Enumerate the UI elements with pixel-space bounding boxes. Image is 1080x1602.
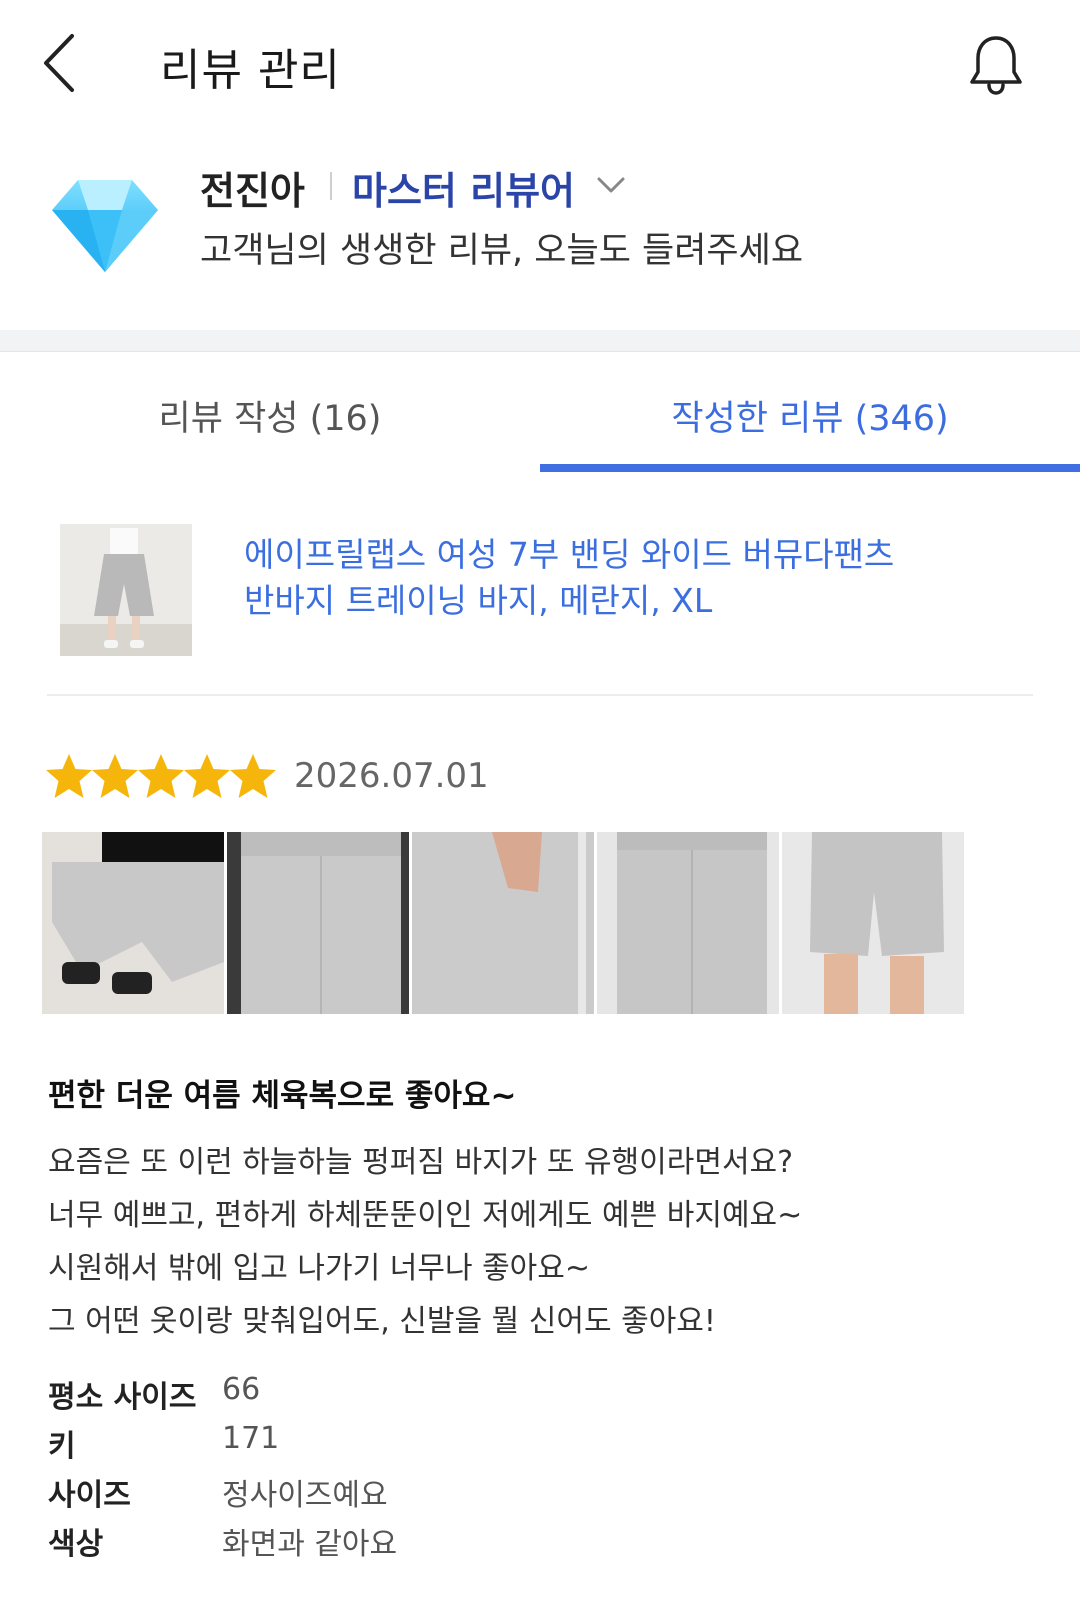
notification-button[interactable] (966, 32, 1026, 96)
star-icon (230, 754, 276, 798)
section-divider (0, 330, 1080, 352)
bell-icon (970, 36, 1022, 95)
review-tabs: 리뷰 작성 (16) 작성한 리뷰 (346) (0, 352, 1080, 478)
reviewer-name: 전진아 (200, 169, 305, 213)
detail-row-size: 사이즈 정사이즈예요 (48, 1470, 748, 1519)
star-icon (46, 754, 92, 798)
divider (47, 694, 1033, 696)
review-details: 평소 사이즈 66 키 171 사이즈 정사이즈예요 색상 화면과 같아요 (48, 1372, 748, 1568)
review-photo[interactable] (227, 832, 409, 1014)
review-date: 2026.07.01 (294, 756, 489, 796)
detail-value: 66 (222, 1372, 261, 1407)
product-thumbnail[interactable] (60, 524, 192, 656)
product-image (60, 524, 192, 656)
tab-write-review[interactable]: 리뷰 작성 (16) (0, 352, 540, 478)
photo-image (42, 832, 224, 1014)
diamond-icon (52, 180, 158, 272)
photo-image (782, 832, 964, 1014)
review-body-line: 그 어떤 옷이랑 맞춰입어도, 신발을 뭘 신어도 좋아요! (48, 1304, 716, 1339)
app-header: 리뷰 관리 (0, 0, 1080, 130)
star-icon (92, 754, 138, 798)
profile-tagline: 고객님의 생생한 리뷰, 오늘도 들려주세요 (200, 231, 804, 271)
detail-row-height: 키 171 (48, 1421, 748, 1470)
review-title: 편한 더운 여름 체육복으로 좋아요~ (48, 1078, 517, 1114)
review-photo[interactable] (42, 832, 224, 1014)
product-name-link[interactable]: 에이프릴랩스 여성 7부 밴딩 와이드 버뮤다팬츠 반바지 트레이닝 바지, 메… (244, 532, 964, 624)
detail-label: 키 (48, 1429, 76, 1464)
star-icon (138, 754, 184, 798)
detail-label: 사이즈 (48, 1478, 131, 1513)
reviewer-profile: 전진아 마스터 리뷰어 고객님의 생생한 리뷰, 오늘도 들려주세요 (0, 140, 1080, 330)
back-button[interactable] (40, 30, 84, 96)
rating-row: 2026.07.01 (44, 752, 644, 804)
chevron-left-icon (44, 34, 74, 92)
detail-label: 평소 사이즈 (48, 1380, 197, 1415)
reviewed-product: 에이프릴랩스 여성 7부 밴딩 와이드 버뮤다팬츠 반바지 트레이닝 바지, 메… (0, 478, 1080, 698)
review-photo[interactable] (782, 832, 964, 1014)
detail-label: 색상 (48, 1527, 104, 1562)
detail-row-color: 색상 화면과 같아요 (48, 1519, 748, 1568)
photo-image (597, 832, 779, 1014)
review-photo[interactable] (597, 832, 779, 1014)
review-photos (42, 832, 1002, 1014)
review-body-line: 너무 예쁘고, 편하게 하체뚠뚠이인 저에게도 예쁜 바지예요~ (48, 1198, 803, 1233)
reviewer-grade[interactable]: 마스터 리뷰어 (352, 160, 575, 215)
detail-row-usual-size: 평소 사이즈 66 (48, 1372, 748, 1421)
divider (330, 172, 332, 200)
review-photo[interactable] (412, 832, 594, 1014)
photo-image (227, 832, 409, 1014)
detail-value: 정사이즈예요 (222, 1478, 388, 1513)
chevron-down-icon[interactable] (596, 174, 626, 196)
star-icon (184, 754, 230, 798)
detail-value: 171 (222, 1421, 280, 1456)
detail-value: 화면과 같아요 (222, 1527, 398, 1562)
product-name-line: 에이프릴랩스 여성 7부 밴딩 와이드 버뮤다팬츠 (244, 535, 895, 574)
tab-written-reviews[interactable]: 작성한 리뷰 (346) (540, 352, 1080, 478)
product-name-line: 반바지 트레이닝 바지, 메란지, XL (244, 581, 713, 620)
page-title: 리뷰 관리 (160, 45, 341, 96)
review-body: 요즘은 또 이런 하늘하늘 펑퍼짐 바지가 또 유행이라면서요? 너무 예쁘고,… (48, 1136, 1028, 1348)
review-body-line: 요즘은 또 이런 하늘하늘 펑퍼짐 바지가 또 유행이라면서요? (48, 1145, 794, 1180)
active-tab-indicator (540, 464, 1080, 472)
review-body-line: 시원해서 밖에 입고 나가기 너무나 좋아요~ (48, 1251, 591, 1286)
photo-image (412, 832, 594, 1014)
